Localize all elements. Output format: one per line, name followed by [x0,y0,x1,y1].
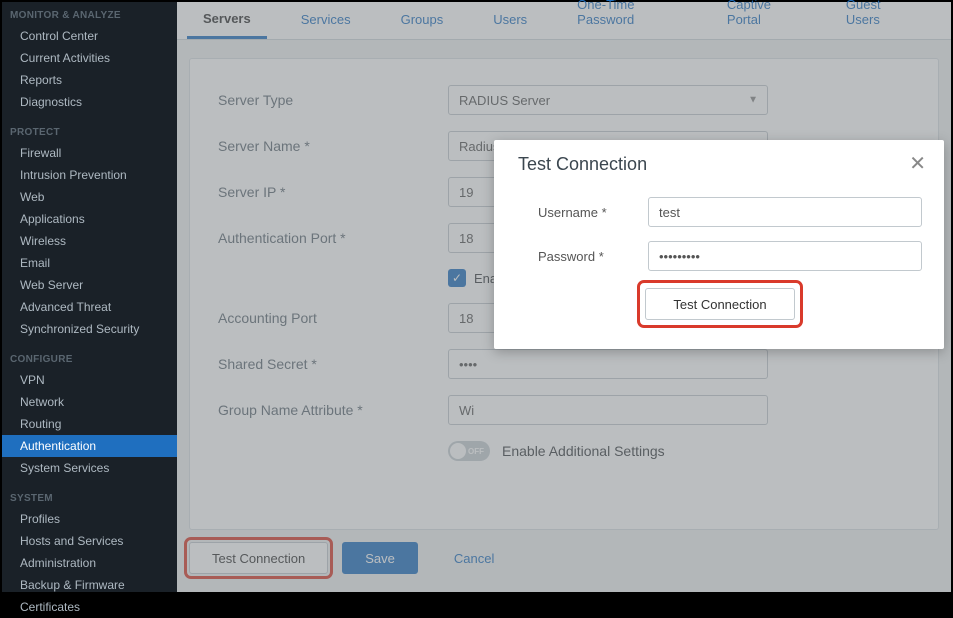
shared-secret-label: Shared Secret * [218,356,448,372]
test-connection-modal: Test Connection ✕ Username * Password * … [494,140,944,349]
footer-bar: Test Connection Save Cancel [177,530,951,592]
enable-accounting-checkbox[interactable]: ✓ [448,269,466,287]
sidebar-item-firewall[interactable]: Firewall [2,142,177,164]
sidebar-item-current-activities[interactable]: Current Activities [2,47,177,69]
modal-test-connection-button[interactable]: Test Connection [645,288,795,320]
modal-username-input[interactable] [648,197,922,227]
sidebar-item-system-services[interactable]: System Services [2,457,177,479]
sidebar-item-authentication[interactable]: Authentication [2,435,177,457]
tab-groups[interactable]: Groups [385,2,460,39]
close-icon[interactable]: ✕ [909,154,926,174]
auth-port-label: Authentication Port * [218,230,448,246]
modal-title: Test Connection [518,154,922,175]
modal-username-label: Username * [538,205,648,220]
sidebar: MONITOR & ANALYZE Control Center Current… [2,2,177,592]
sidebar-item-intrusion-prevention[interactable]: Intrusion Prevention [2,164,177,186]
sidebar-item-administration[interactable]: Administration [2,552,177,574]
group-attr-input[interactable] [448,395,768,425]
sidebar-section-protect: PROTECT [2,121,177,142]
sidebar-item-applications[interactable]: Applications [2,208,177,230]
modal-password-input[interactable] [648,241,922,271]
server-ip-label: Server IP * [218,184,448,200]
server-type-select[interactable] [448,85,768,115]
sidebar-section-configure: CONFIGURE [2,348,177,369]
sidebar-item-hosts-services[interactable]: Hosts and Services [2,530,177,552]
sidebar-item-profiles[interactable]: Profiles [2,508,177,530]
cancel-button[interactable]: Cancel [432,542,516,574]
sidebar-item-diagnostics[interactable]: Diagnostics [2,91,177,113]
server-type-label: Server Type [218,92,448,108]
tab-captive-portal[interactable]: Captive Portal [711,0,812,39]
sidebar-item-backup-firmware[interactable]: Backup & Firmware [2,574,177,596]
enable-additional-toggle[interactable]: OFF [448,441,490,461]
sidebar-item-routing[interactable]: Routing [2,413,177,435]
save-button[interactable]: Save [342,542,418,574]
group-attr-label: Group Name Attribute * [218,402,448,418]
test-connection-button[interactable]: Test Connection [189,542,328,574]
sidebar-item-vpn[interactable]: VPN [2,369,177,391]
shared-secret-input[interactable] [448,349,768,379]
tab-bar: Servers Services Groups Users One-Time P… [177,2,951,40]
sidebar-item-email[interactable]: Email [2,252,177,274]
sidebar-item-certificates[interactable]: Certificates [2,596,177,618]
sidebar-item-advanced-threat[interactable]: Advanced Threat [2,296,177,318]
sidebar-item-network[interactable]: Network [2,391,177,413]
sidebar-item-web[interactable]: Web [2,186,177,208]
sidebar-item-reports[interactable]: Reports [2,69,177,91]
tab-guest-users[interactable]: Guest Users [830,0,923,39]
sidebar-item-control-center[interactable]: Control Center [2,25,177,47]
sidebar-section-system: SYSTEM [2,487,177,508]
sidebar-section-monitor: MONITOR & ANALYZE [2,4,177,25]
server-name-label: Server Name * [218,138,448,154]
tab-servers[interactable]: Servers [187,1,267,39]
tab-users[interactable]: Users [477,2,543,39]
sidebar-item-synchronized-security[interactable]: Synchronized Security [2,318,177,340]
tab-one-time-password[interactable]: One-Time Password [561,0,693,39]
tab-services[interactable]: Services [285,2,367,39]
enable-additional-label: Enable Additional Settings [502,443,665,459]
chevron-down-icon: ▼ [748,95,758,106]
sidebar-item-web-server[interactable]: Web Server [2,274,177,296]
accounting-port-label: Accounting Port [218,310,448,326]
modal-password-label: Password * [538,249,648,264]
sidebar-item-wireless[interactable]: Wireless [2,230,177,252]
